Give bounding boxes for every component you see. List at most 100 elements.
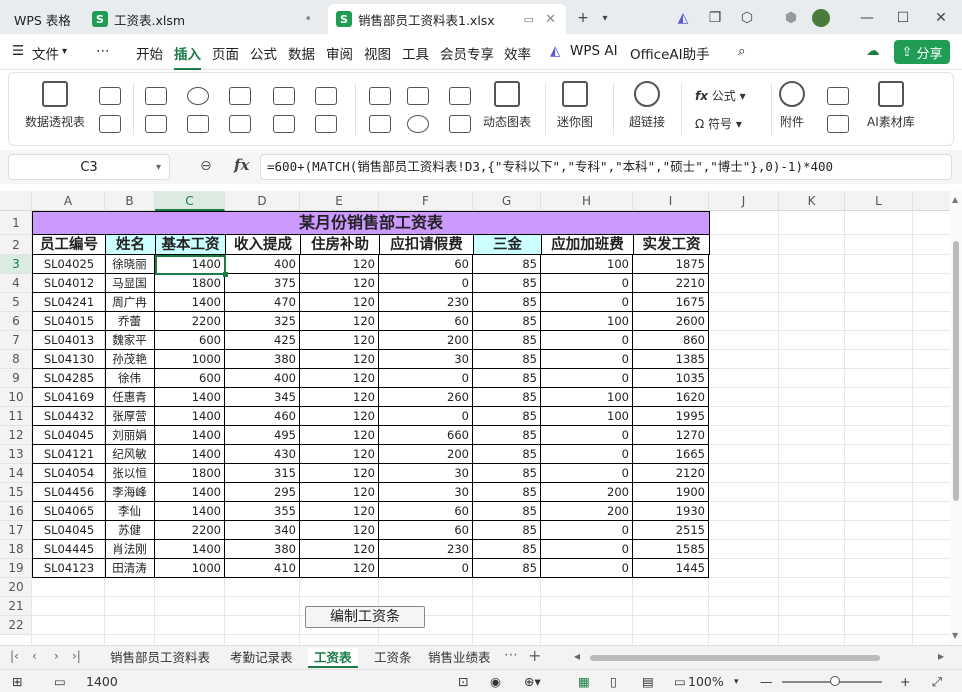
sheet-tab-staff[interactable]: 销售部员工资料表 <box>104 648 216 668</box>
table-cell[interactable]: 30 <box>379 464 473 483</box>
table-cell[interactable]: 295 <box>225 483 300 502</box>
icons-icon[interactable] <box>229 115 251 133</box>
row-header[interactable]: 17 <box>0 521 32 540</box>
share-button[interactable]: ⇪ 分享 <box>894 40 950 64</box>
vertical-scroll-thumb[interactable] <box>953 241 959 501</box>
table-cell[interactable]: 1000 <box>155 350 225 369</box>
column-title[interactable]: 基本工资 <box>155 235 226 255</box>
column-title[interactable]: 收入提成 <box>225 235 301 255</box>
table-icon[interactable] <box>99 87 121 105</box>
table-cell[interactable]: 355 <box>225 502 300 521</box>
dot-icon[interactable]: • <box>304 12 312 27</box>
table-cell[interactable]: 100 <box>541 255 633 274</box>
table-cell[interactable]: 魏家平 <box>105 331 155 350</box>
table-cell[interactable]: 1400 <box>155 502 225 521</box>
table-cell[interactable]: 0 <box>379 369 473 388</box>
menu-insert[interactable]: 插入 <box>174 43 201 70</box>
row-header[interactable]: 13 <box>0 445 32 464</box>
table-cell[interactable]: 120 <box>300 483 379 502</box>
row-header[interactable]: 8 <box>0 350 32 369</box>
table-cell[interactable]: SL04241 <box>32 293 106 312</box>
table-cell[interactable]: 380 <box>225 540 300 559</box>
table-cell[interactable]: 1400 <box>155 445 225 464</box>
chevron-down-icon[interactable]: ▾ <box>734 677 739 687</box>
table-cell[interactable]: 0 <box>541 293 633 312</box>
table-cell[interactable]: 1400 <box>155 388 225 407</box>
table-cell[interactable]: 400 <box>225 369 300 388</box>
protect-icon[interactable]: ⊡ <box>458 674 468 689</box>
row-header[interactable]: 1 <box>0 211 32 235</box>
add-sheet-icon[interactable]: + <box>528 646 541 665</box>
close-window-icon[interactable]: ✕ <box>930 7 952 29</box>
table-cell[interactable]: 120 <box>300 426 379 445</box>
table-cell[interactable]: 495 <box>225 426 300 445</box>
table-cell[interactable]: 1665 <box>633 445 709 464</box>
row-header[interactable]: 16 <box>0 502 32 521</box>
table-cell[interactable]: 660 <box>379 426 473 445</box>
shapes-icon[interactable] <box>229 87 251 105</box>
table-cell[interactable]: 1620 <box>633 388 709 407</box>
cube-icon[interactable]: ⬡ <box>736 7 758 29</box>
picture-icon[interactable] <box>145 87 167 105</box>
table-cell[interactable]: 肖法刚 <box>105 540 155 559</box>
table-cell[interactable]: 1875 <box>633 255 709 274</box>
table-cell[interactable]: SL04130 <box>32 350 106 369</box>
table-cell[interactable]: 1400 <box>155 255 225 274</box>
table-cell[interactable]: SL04015 <box>32 312 106 331</box>
menu-tools[interactable]: 工具 <box>402 43 429 63</box>
table-cell[interactable]: 2515 <box>633 521 709 540</box>
table-cell[interactable]: SL04025 <box>32 255 106 274</box>
more-icon[interactable]: ⋯ <box>96 43 110 59</box>
table-cell[interactable]: 纪风敏 <box>105 445 155 464</box>
table-cell[interactable]: 85 <box>473 350 541 369</box>
column-title[interactable]: 应扣请假费 <box>379 235 474 255</box>
table-cell[interactable]: 85 <box>473 464 541 483</box>
align-icon[interactable] <box>187 115 209 133</box>
table-cell[interactable]: 0 <box>541 331 633 350</box>
grid-mode-icon[interactable]: ⊞ <box>12 674 22 689</box>
table-cell[interactable]: 0 <box>541 540 633 559</box>
wordart-icon[interactable] <box>273 87 295 105</box>
dynamic-chart-button[interactable]: 动态图表 <box>483 81 531 130</box>
table-cell[interactable]: 1800 <box>155 274 225 293</box>
table-cell[interactable]: SL04121 <box>32 445 106 464</box>
row-header[interactable]: 22 <box>0 616 32 635</box>
table-cell[interactable]: 400 <box>225 255 300 274</box>
table-cell[interactable]: 李海峰 <box>105 483 155 502</box>
column-title[interactable]: 员工编号 <box>32 235 106 255</box>
table-cell[interactable]: 周广冉 <box>105 293 155 312</box>
pie-chart-icon[interactable] <box>407 115 429 133</box>
table-cell[interactable]: 85 <box>473 331 541 350</box>
fullscreen-icon[interactable]: ⤢ <box>932 674 942 690</box>
table-cell[interactable]: 120 <box>300 312 379 331</box>
sparkline-button[interactable]: 迷你图 <box>557 81 593 130</box>
hamburger-icon[interactable]: ☰ <box>12 43 24 59</box>
table-cell[interactable]: 1270 <box>633 426 709 445</box>
file-menu[interactable]: 文件 <box>32 43 59 63</box>
column-header-h[interactable]: H <box>541 191 633 211</box>
table-cell[interactable]: 120 <box>300 521 379 540</box>
avatar[interactable] <box>810 7 832 29</box>
page-break-icon[interactable]: ▤ <box>642 674 654 689</box>
spreadsheet-grid[interactable]: ABCDEFGHIJKL 1 2 3 4 5 6 7 8 9 10 11 12 13 14 15 16 17 18… <box>0 191 950 645</box>
table-cell[interactable]: SL04012 <box>32 274 106 293</box>
table-cell[interactable]: SL04285 <box>32 369 106 388</box>
table-cell[interactable]: 60 <box>379 502 473 521</box>
vertical-scrollbar[interactable]: ▲ ▼ <box>950 191 962 645</box>
table-cell[interactable]: 120 <box>300 350 379 369</box>
ai-assets-button[interactable]: AI素材库 <box>867 81 915 130</box>
row-header[interactable]: 18 <box>0 540 32 559</box>
textbox-icon[interactable] <box>273 115 295 133</box>
table-cell[interactable]: 孙茂艳 <box>105 350 155 369</box>
table-grid-icon[interactable] <box>99 115 121 133</box>
column-header-c[interactable]: C <box>155 191 225 211</box>
first-sheet-icon[interactable]: |‹ <box>10 649 19 663</box>
table-cell[interactable]: 1000 <box>155 559 225 578</box>
table-cell[interactable]: 1900 <box>633 483 709 502</box>
row-header[interactable]: 7 <box>0 331 32 350</box>
table-cell[interactable]: 0 <box>541 274 633 293</box>
column-header-a[interactable]: A <box>32 191 105 211</box>
make-payslip-button[interactable]: 编制工资条 <box>305 606 425 628</box>
pivot-table-button[interactable]: 数据透视表 <box>25 81 85 130</box>
reading-mode-icon[interactable]: ▭ <box>674 674 686 689</box>
